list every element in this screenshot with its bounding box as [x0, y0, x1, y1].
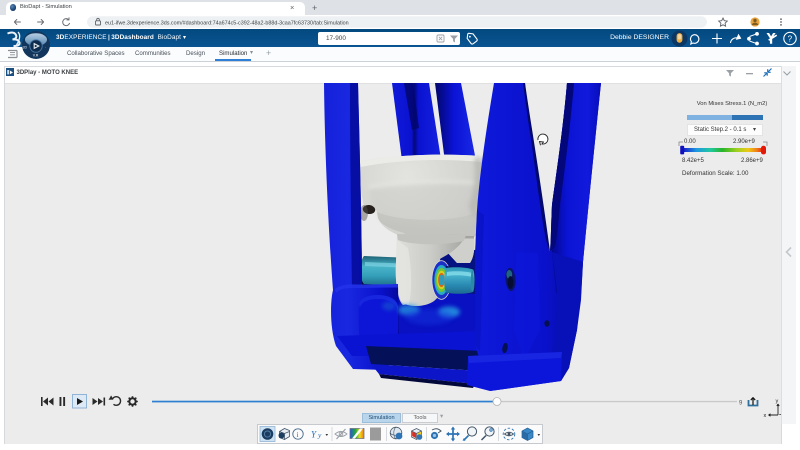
svg-text:?: ?: [788, 34, 793, 43]
svg-text:·: ·: [45, 45, 46, 49]
svg-text:eu1-ifwe.3dexperience.3ds.com/: eu1-ifwe.3dexperience.3ds.com/#dashboard…: [105, 20, 349, 26]
svg-text:V.R: V.R: [33, 54, 39, 58]
svg-text:9: 9: [739, 401, 743, 407]
svg-text:Y: Y: [311, 430, 317, 440]
svg-text:x: x: [764, 413, 767, 419]
svg-text:y: y: [776, 399, 779, 405]
svg-text:i: i: [297, 430, 299, 439]
svg-text:y: y: [317, 431, 322, 440]
